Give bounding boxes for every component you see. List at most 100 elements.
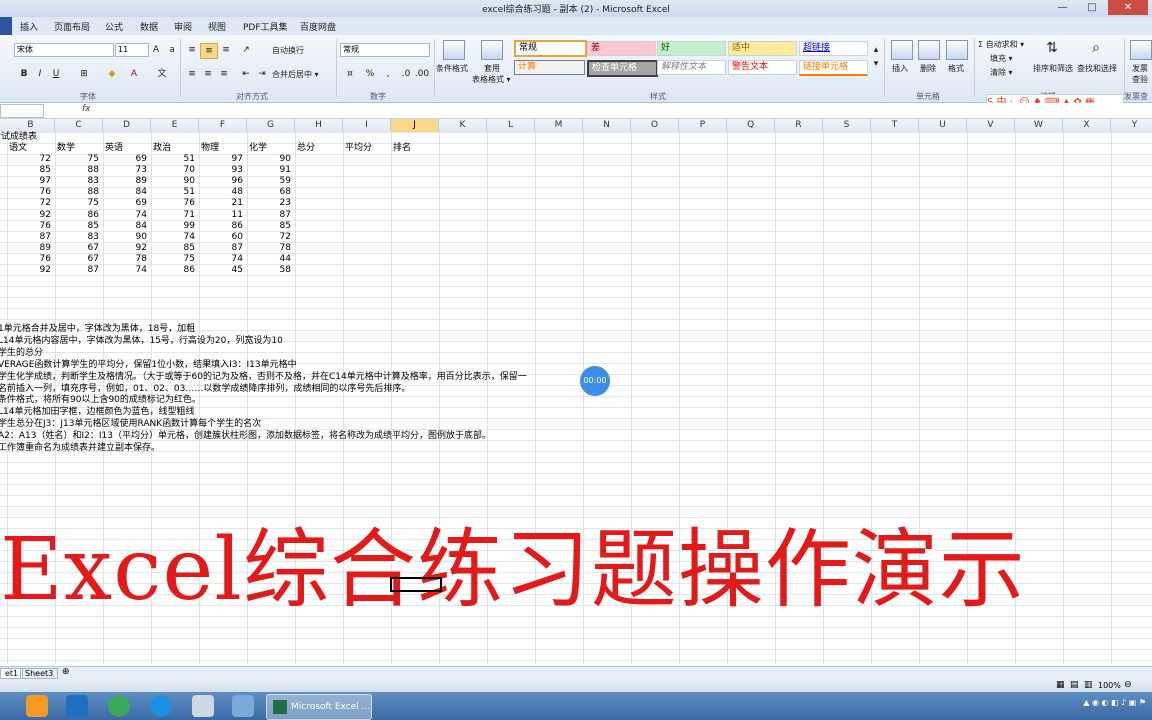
column-header-d[interactable]: D bbox=[103, 119, 151, 132]
file-tab[interactable] bbox=[0, 17, 12, 35]
column-header-r[interactable]: R bbox=[775, 119, 823, 132]
find-select-button[interactable]: 查找和选择 bbox=[1077, 63, 1117, 74]
column-header-g[interactable]: G bbox=[247, 119, 295, 132]
column-header-j[interactable]: J bbox=[391, 119, 439, 132]
tab-baidu-netdisk[interactable]: 百度网盘 bbox=[300, 20, 336, 33]
format-cells-button[interactable]: 格式 bbox=[948, 63, 964, 74]
tab-review[interactable]: 审阅 bbox=[174, 20, 192, 33]
style-explanatory[interactable]: 解释性文本 bbox=[657, 60, 726, 75]
view-break-icon[interactable]: ▥ bbox=[1084, 680, 1093, 690]
column-header-o[interactable]: O bbox=[631, 119, 679, 132]
font-color-icon[interactable]: A bbox=[126, 67, 142, 81]
new-sheet-icon[interactable]: ⊕ bbox=[62, 667, 70, 677]
number-format-select[interactable]: 常规 bbox=[340, 43, 430, 57]
column-header-l[interactable]: L bbox=[487, 119, 535, 132]
column-header-b[interactable]: B bbox=[7, 119, 55, 132]
minimize-button[interactable]: — bbox=[1050, 0, 1076, 15]
increase-decimal-icon[interactable]: .0 bbox=[398, 67, 414, 81]
zoom-out-icon[interactable]: ⊖ bbox=[1124, 680, 1132, 690]
send-app-icon[interactable] bbox=[150, 695, 172, 717]
styles-scroll-down-icon[interactable]: ▾ bbox=[868, 57, 884, 71]
style-bad[interactable]: 差 bbox=[587, 41, 656, 56]
sort-filter-icon[interactable]: ⇅ bbox=[1044, 41, 1060, 55]
column-header-t[interactable]: T bbox=[871, 119, 919, 132]
style-neutral[interactable]: 适中 bbox=[728, 41, 797, 56]
fill-button[interactable]: 填充 ▾ bbox=[990, 53, 1013, 64]
border-icon[interactable]: ⊞ bbox=[76, 67, 92, 81]
vscode-app-icon[interactable] bbox=[66, 695, 88, 717]
column-header-v[interactable]: V bbox=[967, 119, 1015, 132]
recording-timer[interactable]: 00:00 bbox=[580, 366, 610, 396]
tab-data[interactable]: 数据 bbox=[140, 20, 158, 33]
sheet-tab-3[interactable]: Sheet3 bbox=[20, 668, 59, 679]
active-cell-selection[interactable] bbox=[390, 577, 442, 592]
percent-icon[interactable]: % bbox=[362, 67, 378, 81]
column-header-f[interactable]: F bbox=[199, 119, 247, 132]
style-linked-cell[interactable]: 链接单元格 bbox=[799, 60, 868, 76]
align-middle-icon[interactable]: ≡ bbox=[200, 43, 218, 59]
fx-icon[interactable]: fx bbox=[82, 104, 91, 114]
column-header-s[interactable]: S bbox=[823, 119, 871, 132]
column-header-p[interactable]: P bbox=[679, 119, 727, 132]
delete-cells-icon[interactable] bbox=[918, 40, 940, 60]
invoice-verify-label-2[interactable]: 查验 bbox=[1132, 74, 1148, 85]
tray-network-icon[interactable]: ▲ ◉ ◐ ◧ ♪ ▣ ⚑ bbox=[1083, 698, 1146, 707]
autosum-button[interactable]: Σ 自动求和 ▾ bbox=[978, 39, 1024, 50]
view-normal-icon[interactable]: ▦ bbox=[1056, 680, 1065, 690]
bold-icon[interactable]: B bbox=[16, 67, 32, 81]
taskbar-excel-button[interactable]: Microsoft Excel ... bbox=[266, 694, 372, 720]
italic-icon[interactable]: I bbox=[32, 67, 48, 81]
style-check-cell[interactable]: 检查单元格 bbox=[587, 60, 658, 77]
notebook-app-icon[interactable] bbox=[232, 695, 254, 717]
browser-app-icon[interactable] bbox=[26, 695, 48, 717]
column-header-c[interactable]: C bbox=[55, 119, 103, 132]
table-format-label-1[interactable]: 套用 bbox=[484, 63, 500, 74]
phonetic-icon[interactable]: 文 bbox=[154, 67, 170, 81]
refresh-app-icon[interactable] bbox=[108, 695, 130, 717]
column-header-h[interactable]: H bbox=[295, 119, 343, 132]
align-center-icon[interactable]: ≡ bbox=[200, 67, 216, 81]
decrease-decimal-icon[interactable]: .00 bbox=[414, 67, 430, 81]
merge-center-button[interactable]: 合并后居中 ▾ bbox=[272, 69, 319, 80]
align-bottom-icon[interactable]: ≡ bbox=[218, 43, 234, 57]
conditional-format-button[interactable]: 条件格式 bbox=[436, 63, 468, 74]
orientation-icon[interactable]: ↗ bbox=[238, 43, 254, 57]
insert-cells-button[interactable]: 插入 bbox=[892, 63, 908, 74]
format-cells-icon[interactable] bbox=[946, 40, 968, 60]
align-right-icon[interactable]: ≡ bbox=[216, 67, 232, 81]
fill-color-icon[interactable]: ◆ bbox=[104, 67, 120, 81]
sort-filter-button[interactable]: 排序和筛选 bbox=[1033, 63, 1073, 74]
tab-page-layout[interactable]: 页面布局 bbox=[54, 20, 90, 33]
view-layout-icon[interactable]: ▤ bbox=[1070, 680, 1079, 690]
delete-cells-button[interactable]: 删除 bbox=[920, 63, 936, 74]
style-good[interactable]: 好 bbox=[657, 41, 726, 56]
underline-icon[interactable]: U bbox=[48, 67, 64, 81]
currency-icon[interactable]: ¤ bbox=[342, 67, 358, 81]
align-left-icon[interactable]: ≡ bbox=[184, 67, 200, 81]
grow-font-icon[interactable]: A bbox=[148, 43, 164, 57]
column-header-k[interactable]: K bbox=[439, 119, 487, 132]
invoice-verify-label-1[interactable]: 发票 bbox=[1132, 63, 1148, 74]
gear-app-icon[interactable] bbox=[192, 695, 214, 717]
style-hyperlink[interactable]: 超链接 bbox=[799, 41, 868, 56]
column-header-y[interactable]: Y bbox=[1111, 119, 1152, 132]
column-header-q[interactable]: Q bbox=[727, 119, 775, 132]
style-calculation[interactable]: 计算 bbox=[514, 60, 585, 75]
close-button[interactable]: ✕ bbox=[1108, 0, 1148, 15]
column-header-e[interactable]: E bbox=[151, 119, 199, 132]
find-select-icon[interactable]: ⌕ bbox=[1088, 41, 1104, 55]
align-top-icon[interactable]: ≡ bbox=[184, 43, 200, 57]
style-warning[interactable]: 警告文本 bbox=[728, 60, 797, 75]
tab-formulas[interactable]: 公式 bbox=[105, 20, 123, 33]
wrap-text-button[interactable]: 自动换行 bbox=[272, 45, 304, 56]
column-header-n[interactable]: N bbox=[583, 119, 631, 132]
column-header-i[interactable]: I bbox=[343, 119, 391, 132]
name-box[interactable] bbox=[0, 104, 44, 118]
tab-view[interactable]: 视图 bbox=[208, 20, 226, 33]
table-format-icon[interactable] bbox=[481, 40, 503, 60]
column-header-u[interactable]: U bbox=[919, 119, 967, 132]
styles-scroll-up-icon[interactable]: ▴ bbox=[868, 43, 884, 57]
insert-cells-icon[interactable] bbox=[891, 40, 913, 60]
style-normal[interactable]: 常规 bbox=[514, 40, 587, 57]
font-name-select[interactable]: 宋体 bbox=[14, 43, 114, 57]
